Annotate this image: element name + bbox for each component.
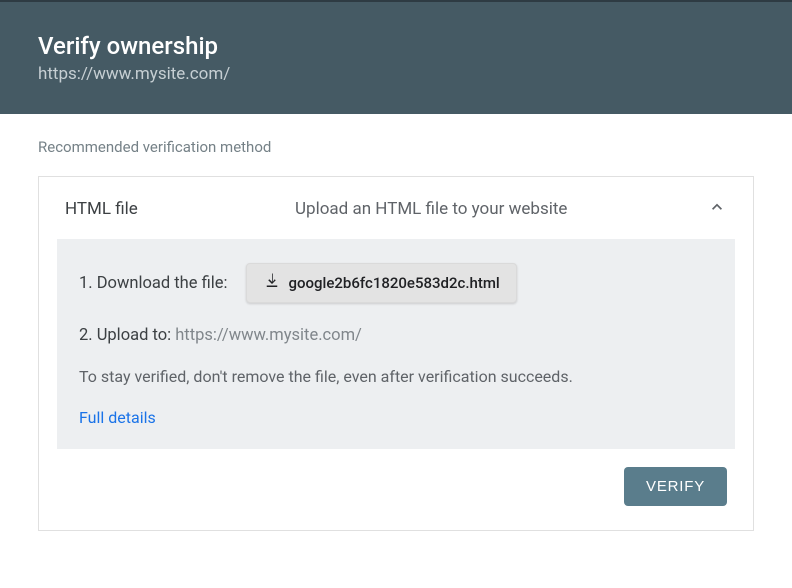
full-details-link[interactable]: Full details (79, 408, 713, 427)
page-title: Verify ownership (38, 32, 754, 60)
site-url: https://www.mysite.com/ (38, 64, 754, 84)
step-2-label: 2. Upload to: (79, 326, 175, 345)
chevron-up-icon (707, 197, 727, 221)
page-header: Verify ownership https://www.mysite.com/ (0, 0, 792, 114)
verification-note: To stay verified, don't remove the file,… (79, 367, 713, 386)
step-2-url: https://www.mysite.com/ (175, 326, 362, 345)
method-description: Upload an HTML file to your website (295, 199, 707, 219)
download-filename: google2b6fc1820e583d2c.html (289, 274, 500, 292)
step-2: 2. Upload to: https://www.mysite.com/ (79, 325, 713, 345)
step-1-label: 1. Download the file: (79, 274, 228, 293)
verification-card: HTML file Upload an HTML file to your we… (38, 176, 754, 531)
method-name: HTML file (65, 199, 295, 219)
section-label: Recommended verification method (38, 138, 754, 156)
verify-button[interactable]: VERIFY (624, 467, 727, 506)
card-footer: VERIFY (39, 467, 753, 530)
main-content: Recommended verification method HTML fil… (0, 114, 792, 531)
download-file-button[interactable]: google2b6fc1820e583d2c.html (246, 263, 517, 303)
download-icon (263, 272, 289, 294)
card-body: 1. Download the file: google2b6fc1820e58… (57, 239, 735, 449)
card-header[interactable]: HTML file Upload an HTML file to your we… (39, 177, 753, 239)
step-1: 1. Download the file: google2b6fc1820e58… (79, 263, 713, 303)
